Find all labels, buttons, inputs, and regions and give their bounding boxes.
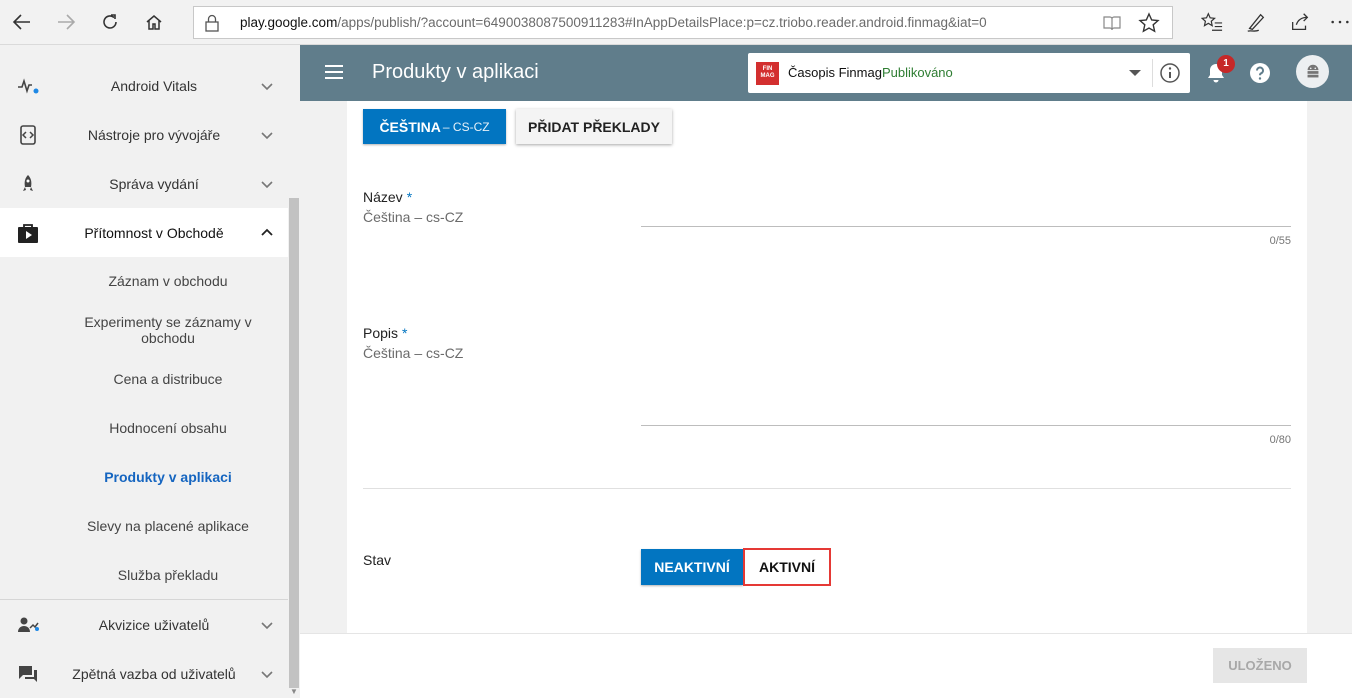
sidebar-item-android-vitals[interactable]: Android Vitals [0, 61, 288, 110]
rocket-icon [23, 174, 33, 191]
feedback-icon [19, 665, 37, 682]
dropdown-caret-icon[interactable] [1129, 70, 1141, 76]
language-tab-czech[interactable]: ČEŠTINA – CS-CZ [363, 109, 506, 144]
chevron-down-icon [261, 82, 273, 90]
sidebar-subitem-paid-app-discounts[interactable]: Slevy na placené aplikace [48, 518, 288, 534]
description-field-label: Popis * [363, 325, 408, 341]
sidebar-item-label: Přítomnost v Obchodě [84, 224, 224, 241]
scroll-down-icon[interactable]: ▼ [290, 687, 298, 696]
description-char-counter: 0/80 [1269, 434, 1291, 446]
description-field-language: Čeština – cs-CZ [363, 345, 464, 361]
sidebar-item-label: Akvizice uživatelů [98, 616, 210, 633]
saved-button: ULOŽENO [1213, 648, 1307, 683]
sidebar-subitem-in-app-products[interactable]: Produkty v aplikaci [48, 469, 288, 485]
sidebar-item-store-presence[interactable]: Přítomnost v Obchodě [0, 208, 288, 257]
user-acquisition-icon [18, 617, 39, 632]
selector-divider [1152, 59, 1153, 87]
page-title: Produkty v aplikaci [372, 61, 539, 83]
name-field-label: Název * [363, 189, 413, 205]
app-selector[interactable]: FIN MAG Časopis FinmagPublikováno [748, 53, 1190, 93]
favorites-list-icon[interactable] [1198, 8, 1226, 36]
back-icon[interactable] [6, 6, 38, 38]
sidebar-subitem-listing-experiments[interactable]: Experimenty se záznamy v obchodu [60, 314, 276, 346]
chevron-up-icon [261, 228, 273, 236]
reading-view-icon[interactable] [1102, 14, 1122, 32]
address-bar[interactable]: play.google.com/apps/publish/?account=64… [193, 6, 1173, 39]
forward-icon[interactable] [50, 6, 82, 38]
hamburger-menu-icon[interactable] [324, 63, 344, 81]
section-divider [363, 488, 1291, 489]
sidebar-item-user-acquisition[interactable]: Akvizice uživatelů [0, 600, 288, 649]
pen-icon[interactable] [1242, 8, 1270, 36]
app-logo: FIN MAG [756, 62, 779, 85]
sidebar-subitem-store-listing[interactable]: Záznam v obchodu [48, 273, 288, 289]
browser-toolbar: play.google.com/apps/publish/?account=64… [0, 0, 1352, 45]
refresh-icon[interactable] [94, 6, 126, 38]
inactive-toggle-button[interactable]: NEAKTIVNÍ [641, 549, 743, 585]
notification-badge: 1 [1217, 55, 1235, 73]
sidebar-item-label: Správa vydání [109, 175, 199, 192]
name-field-language: Čeština – cs-CZ [363, 209, 464, 225]
sidebar-item-release-management[interactable]: Správa vydání [0, 159, 288, 208]
sidebar-scrollbar[interactable]: ▼ [288, 45, 300, 698]
chevron-down-icon [261, 180, 273, 188]
sidebar-item-label: Zpětná vazba od uživatelů [72, 665, 236, 682]
favorite-star-icon[interactable] [1138, 12, 1160, 34]
share-icon[interactable] [1286, 8, 1314, 36]
url-text: play.google.com/apps/publish/?account=64… [240, 15, 987, 30]
dev-tools-icon [20, 124, 36, 145]
home-icon[interactable] [138, 6, 170, 38]
name-char-counter: 0/55 [1269, 235, 1291, 247]
android-avatar-icon [1307, 64, 1318, 77]
app-header: Produkty v aplikaci FIN MAG Časopis Finm… [300, 45, 1352, 101]
sidebar-item-label: Android Vitals [110, 77, 198, 94]
description-input[interactable] [641, 425, 1291, 426]
status-label: Stav [363, 552, 392, 568]
app-name-text: Časopis FinmagPublikováno [788, 65, 953, 80]
lock-icon [205, 14, 219, 32]
info-icon[interactable] [1159, 62, 1181, 84]
add-translations-button[interactable]: PŘIDAT PŘEKLADY [516, 109, 672, 144]
vitals-icon [18, 77, 39, 94]
sidebar-subitem-translation-service[interactable]: Služba překladu [48, 567, 288, 583]
footer-bar [300, 633, 1352, 698]
name-input[interactable] [641, 226, 1291, 227]
sidebar-item-label: Nástroje pro vývojáře [87, 126, 221, 143]
avatar[interactable] [1296, 55, 1329, 88]
sidebar-item-user-feedback[interactable]: Zpětná vazba od uživatelů [0, 649, 288, 698]
scrollbar-thumb[interactable] [289, 198, 299, 688]
chevron-down-icon [261, 670, 273, 678]
app-status: Publikováno [881, 65, 953, 80]
active-toggle-button[interactable]: AKTIVNÍ [743, 548, 831, 586]
more-icon[interactable] [1326, 8, 1352, 36]
store-icon [18, 223, 38, 243]
chevron-down-icon [261, 621, 273, 629]
chevron-down-icon [261, 131, 273, 139]
help-icon[interactable] [1249, 62, 1271, 84]
sidebar-subitem-content-rating[interactable]: Hodnocení obsahu [48, 420, 288, 436]
sidebar-subitem-pricing-distribution[interactable]: Cena a distribuce [48, 371, 288, 387]
sidebar-item-dev-tools[interactable]: Nástroje pro vývojáře [0, 110, 288, 159]
